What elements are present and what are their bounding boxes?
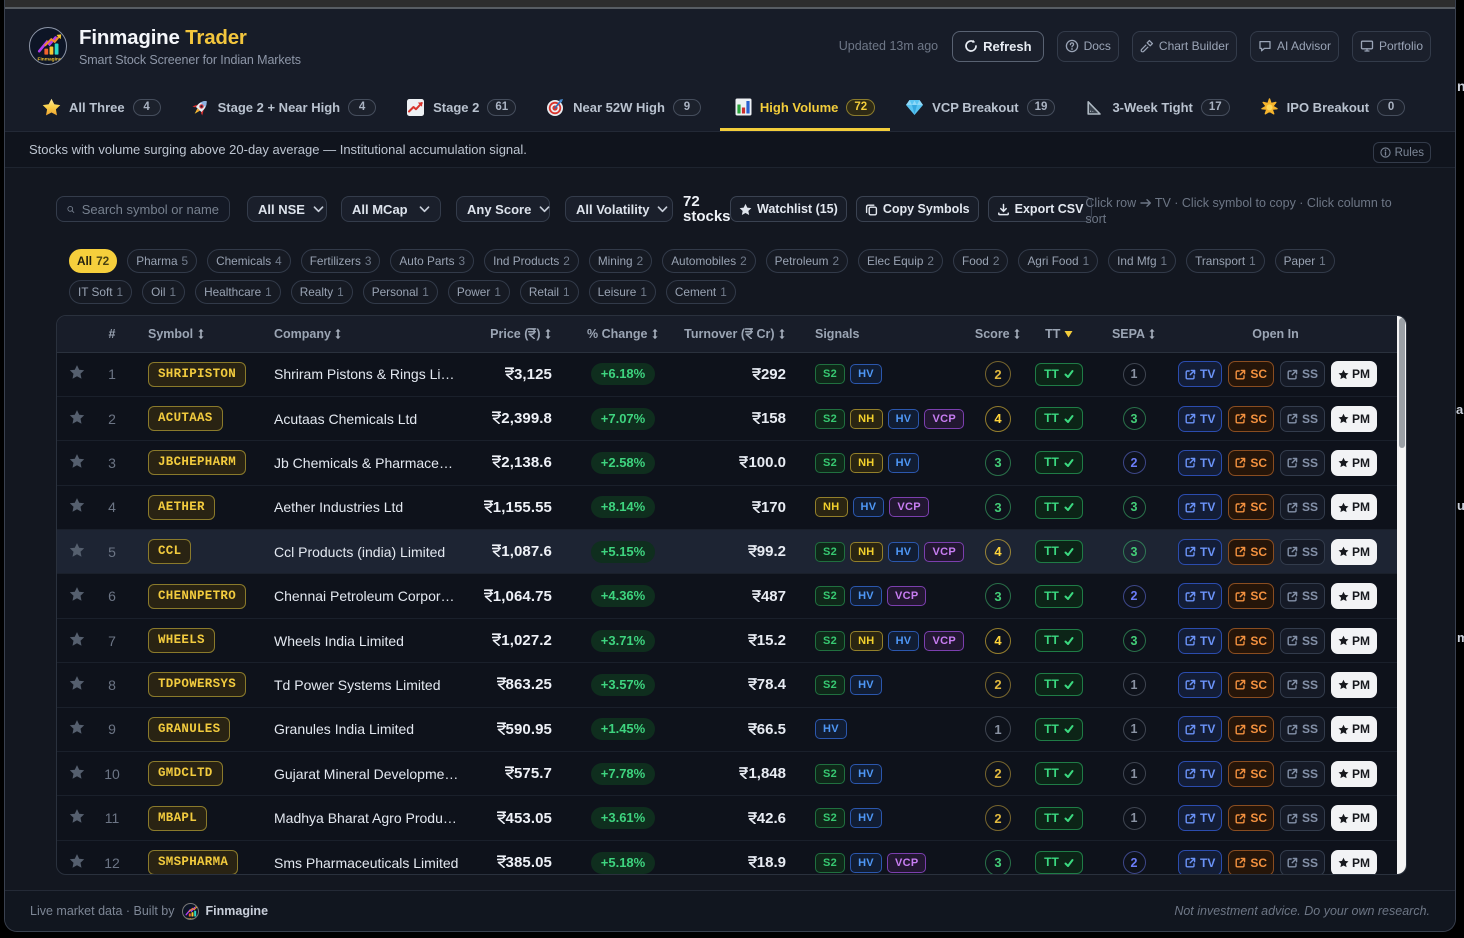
svg-text:Finmagine: Finmagine bbox=[38, 56, 62, 62]
svg-text:Finmagine: Finmagine bbox=[185, 917, 198, 920]
